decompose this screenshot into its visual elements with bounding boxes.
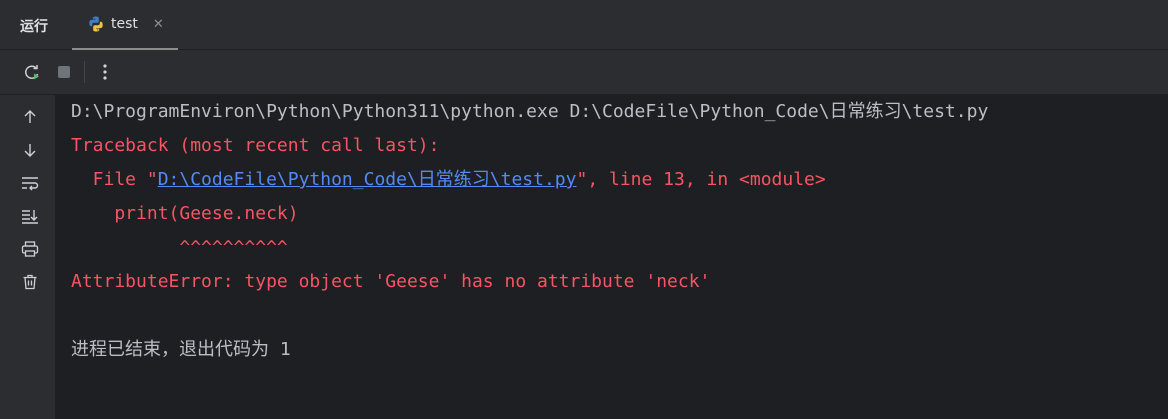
toolbar-divider bbox=[84, 61, 85, 83]
scroll-to-end-button[interactable] bbox=[20, 206, 40, 226]
scroll-up-icon bbox=[24, 110, 36, 123]
tab-label: test bbox=[111, 16, 138, 32]
rerun-icon bbox=[25, 65, 39, 80]
print-button[interactable] bbox=[20, 239, 40, 259]
traceback-caret-line: ^^^^^^^^^^ bbox=[71, 237, 288, 258]
close-icon[interactable]: ✕ bbox=[153, 17, 164, 32]
scroll-to-end-icon bbox=[22, 210, 38, 224]
print-icon bbox=[21, 241, 39, 257]
run-tool-window-header: 运行 test ✕ bbox=[0, 0, 1168, 50]
file-path-link[interactable]: D:\CodeFile\Python_Code\日常练习\test.py bbox=[158, 169, 577, 190]
traceback-file-line: File "D:\CodeFile\Python_Code\日常练习\test.… bbox=[71, 168, 826, 192]
python-file-icon bbox=[89, 16, 103, 32]
rerun-button[interactable] bbox=[22, 62, 42, 82]
scroll-up-button[interactable] bbox=[20, 107, 40, 127]
console-side-toolbar bbox=[0, 95, 56, 419]
file-prefix: File " bbox=[71, 169, 158, 190]
traceback-code-line: print(Geese.neck) bbox=[71, 203, 299, 224]
run-panel-title: 运行 bbox=[20, 19, 48, 35]
more-options-button[interactable] bbox=[95, 62, 115, 82]
stop-button[interactable] bbox=[54, 62, 74, 82]
run-toolbar bbox=[0, 50, 1168, 95]
scroll-down-button[interactable] bbox=[20, 140, 40, 160]
scroll-down-icon bbox=[24, 144, 36, 157]
file-suffix: ", line 13, in <module> bbox=[576, 169, 826, 190]
error-message: AttributeError: type object 'Geese' has … bbox=[71, 271, 711, 292]
clear-all-button[interactable] bbox=[20, 272, 40, 292]
exit-message: 进程已结束，退出代码为 1 bbox=[71, 339, 291, 360]
stop-icon bbox=[58, 66, 70, 78]
traceback-header: Traceback (most recent call last): bbox=[71, 135, 440, 156]
more-options-icon bbox=[103, 64, 107, 80]
tab-test[interactable]: test ✕ bbox=[72, 0, 178, 50]
command-line: D:\ProgramEnviron\Python\Python311\pytho… bbox=[71, 101, 989, 122]
soft-wrap-icon bbox=[22, 177, 39, 191]
clear-all-icon bbox=[23, 274, 37, 290]
soft-wrap-button[interactable] bbox=[20, 173, 40, 193]
